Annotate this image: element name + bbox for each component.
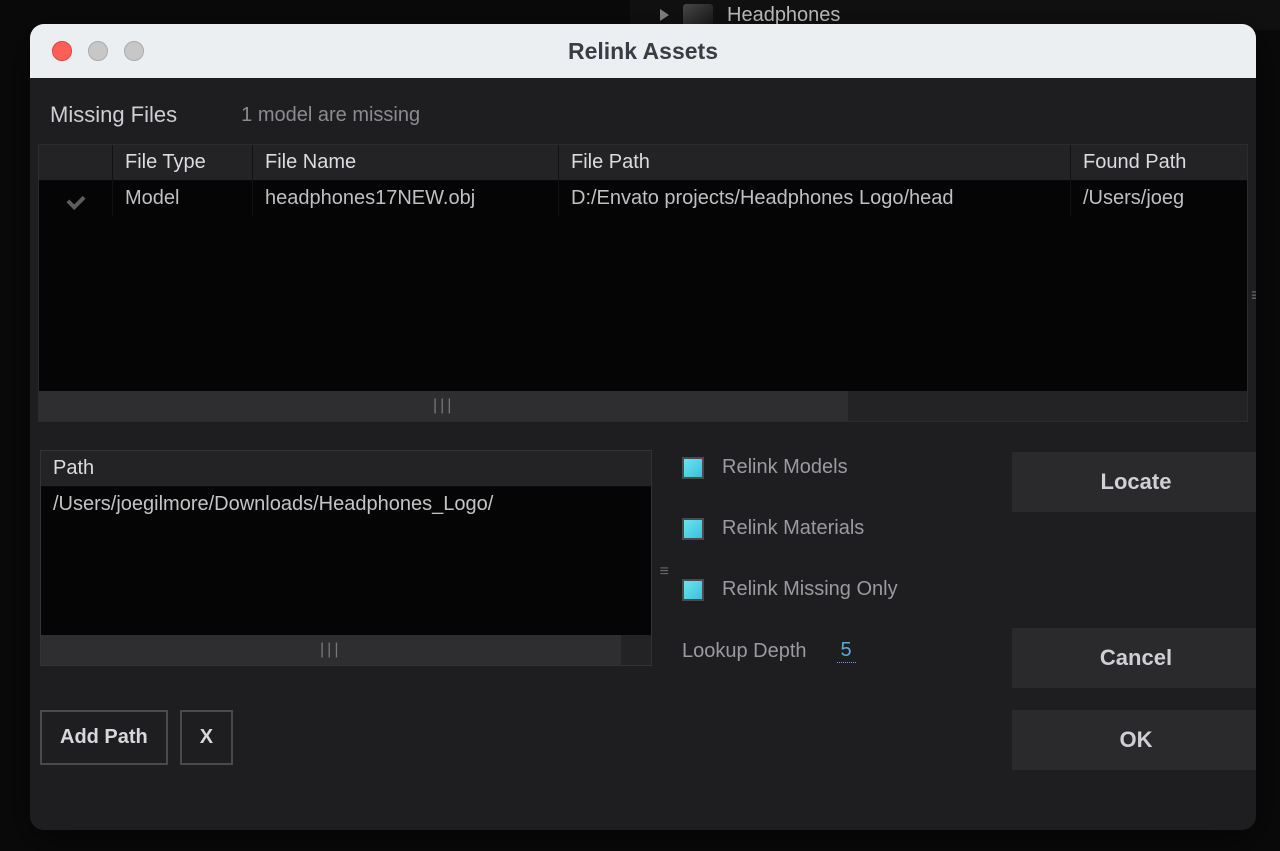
checkbox-icon[interactable] xyxy=(682,457,704,479)
option-label: Relink Models xyxy=(722,456,848,479)
missing-files-count: 1 model are missing xyxy=(241,104,420,127)
column-file-type[interactable]: File Type xyxy=(113,145,253,180)
path-list: Path /Users/joegilmore/Downloads/Headpho… xyxy=(40,450,652,666)
locate-button[interactable]: Locate xyxy=(1012,452,1256,512)
cell-file-name: headphones17NEW.obj xyxy=(253,181,559,216)
relink-materials-option[interactable]: Relink Materials xyxy=(682,517,982,540)
table-row[interactable]: Model headphones17NEW.obj D:/Envato proj… xyxy=(39,181,1247,216)
dialog-titlebar: Relink Assets xyxy=(30,24,1256,78)
cell-file-type: Model xyxy=(113,181,253,216)
path-h-scrollbar[interactable]: ||| xyxy=(41,635,651,665)
remove-path-button[interactable]: X xyxy=(180,710,233,765)
table-h-scrollbar[interactable]: ||| xyxy=(39,391,1247,421)
path-list-item[interactable]: /Users/joegilmore/Downloads/Headphones_L… xyxy=(41,487,651,522)
option-label: Relink Materials xyxy=(722,517,864,540)
table-v-grip-icon[interactable]: ≡ xyxy=(1251,285,1256,306)
lookup-depth-label: Lookup Depth xyxy=(682,640,807,663)
checkbox-icon[interactable] xyxy=(682,579,704,601)
zoom-window-icon[interactable] xyxy=(124,41,144,61)
window-controls xyxy=(52,41,144,61)
chevron-right-icon[interactable] xyxy=(660,9,669,21)
close-window-icon[interactable] xyxy=(52,41,72,61)
relink-models-option[interactable]: Relink Models xyxy=(682,456,982,479)
row-check[interactable] xyxy=(39,181,113,216)
cancel-button[interactable]: Cancel xyxy=(1012,628,1256,688)
option-label: Relink Missing Only xyxy=(722,578,898,601)
path-list-header: Path xyxy=(41,451,651,487)
table-h-scroll-thumb[interactable]: ||| xyxy=(39,391,848,421)
path-h-scroll-thumb[interactable]: ||| xyxy=(41,635,621,665)
minimize-window-icon[interactable] xyxy=(88,41,108,61)
column-file-path[interactable]: File Path xyxy=(559,145,1071,180)
add-path-button[interactable]: Add Path xyxy=(40,710,168,765)
ok-button[interactable]: OK xyxy=(1012,710,1256,770)
missing-files-table: File Type File Name File Path Found Path… xyxy=(38,144,1248,422)
checkmark-icon xyxy=(64,193,88,209)
dialog-title: Relink Assets xyxy=(30,38,1256,65)
checkbox-icon[interactable] xyxy=(682,518,704,540)
missing-files-header: Missing Files 1 model are missing xyxy=(30,78,1256,144)
missing-files-label: Missing Files xyxy=(50,102,177,128)
column-file-name[interactable]: File Name xyxy=(253,145,559,180)
table-header-row: File Type File Name File Path Found Path xyxy=(39,145,1247,181)
lookup-depth-value[interactable]: 5 xyxy=(837,639,856,663)
cell-file-path: D:/Envato projects/Headphones Logo/head xyxy=(559,181,1071,216)
lookup-depth-row: Lookup Depth 5 xyxy=(682,639,982,663)
column-found-path[interactable]: Found Path xyxy=(1071,145,1247,180)
relink-assets-dialog: Relink Assets Missing Files 1 model are … xyxy=(30,24,1256,830)
relink-missing-only-option[interactable]: Relink Missing Only xyxy=(682,578,982,601)
path-v-grip-icon[interactable]: ≡ xyxy=(660,563,669,581)
layer-thumbnail-icon xyxy=(683,4,713,26)
column-check xyxy=(39,145,113,180)
cell-found-path: /Users/joeg xyxy=(1071,181,1247,216)
